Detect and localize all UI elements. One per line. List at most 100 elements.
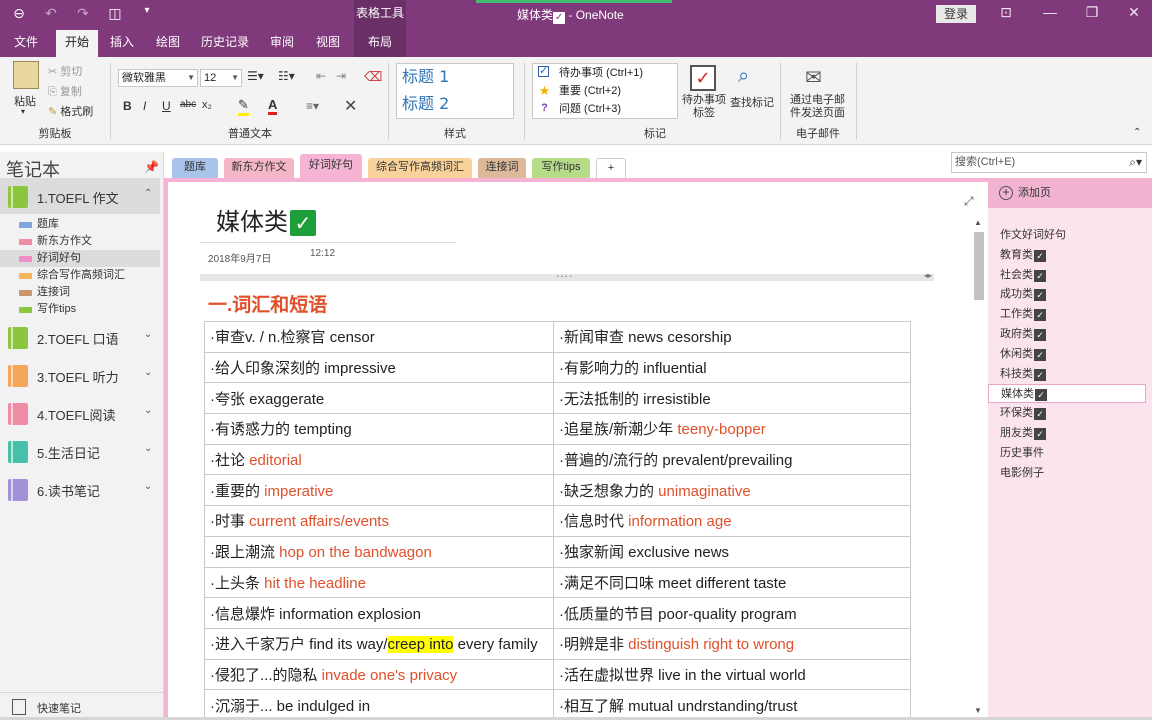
pin-icon[interactable]: 📌: [144, 160, 159, 174]
chevron-down-icon[interactable]: ⌄: [144, 481, 152, 492]
table-cell[interactable]: ·缺乏想象力的 unimaginative: [553, 474, 911, 507]
section-item[interactable]: 连接词: [0, 284, 160, 301]
table-cell[interactable]: ·审查v. / n.检察官 censor: [204, 321, 554, 353]
italic-button[interactable]: I: [143, 99, 146, 113]
table-cell[interactable]: ·明辨是非 distinguish right to wrong: [553, 627, 911, 660]
tags-gallery[interactable]: ✓ 待办事项 (Ctrl+1) ★ 重要 (Ctrl+2) ? 问题 (Ctrl+3): [532, 63, 678, 119]
section-item[interactable]: 综合写作高频词汇: [0, 267, 160, 284]
notebook-item[interactable]: 4.TOEFL阅读 ⌄: [0, 395, 160, 431]
page-item[interactable]: 休闲类 ✓: [988, 345, 1146, 364]
dock-icon[interactable]: ◫: [106, 5, 124, 22]
bold-button[interactable]: B: [123, 99, 132, 113]
numbering-icon[interactable]: ☷▾: [278, 69, 295, 83]
table-cell[interactable]: ·重要的 imperative: [204, 474, 554, 507]
page-item[interactable]: 成功类 ✓: [988, 285, 1146, 304]
expand-icon[interactable]: ⤢: [964, 194, 974, 209]
page-item[interactable]: 工作类 ✓: [988, 305, 1146, 324]
table-cell[interactable]: ·信息爆炸 information explosion: [204, 597, 554, 629]
login-button[interactable]: 登录: [936, 5, 976, 23]
section-tab[interactable]: 综合写作高频词汇: [368, 158, 472, 178]
add-section-button[interactable]: +: [596, 158, 626, 178]
table-cell[interactable]: ·有影响力的 influential: [553, 351, 911, 384]
minimize-icon[interactable]: —: [1040, 4, 1060, 20]
style-heading1[interactable]: 标题 1: [397, 64, 513, 91]
align-icon[interactable]: ≡▾: [306, 99, 319, 113]
tab-insert[interactable]: 插入: [104, 30, 140, 57]
table-cell[interactable]: ·时事 current affairs/events: [204, 505, 554, 537]
tab-history[interactable]: 历史记录: [196, 30, 254, 57]
tab-view[interactable]: 视图: [310, 30, 346, 57]
strikethrough-button[interactable]: abc: [180, 99, 196, 110]
back-icon[interactable]: ⊖: [10, 5, 28, 22]
notebook-item[interactable]: 5.生活日记 ⌄: [0, 433, 160, 469]
tag-important[interactable]: ★ 重要 (Ctrl+2): [533, 82, 677, 100]
tab-draw[interactable]: 绘图: [150, 30, 186, 57]
increase-indent-icon[interactable]: ⇥: [336, 69, 346, 83]
scroll-down-icon[interactable]: ▼: [974, 706, 982, 715]
table-cell[interactable]: ·信息时代 information age: [553, 505, 911, 537]
tab-review[interactable]: 审阅: [264, 30, 300, 57]
table-cell[interactable]: ·低质量的节目 poor-quality program: [553, 597, 911, 629]
notebook-item[interactable]: 3.TOEFL 听力 ⌄: [0, 357, 160, 393]
notebook-item[interactable]: 1.TOEFL 作文 ⌃: [0, 178, 160, 214]
section-tab-active[interactable]: 好词好句: [300, 154, 362, 178]
tab-home[interactable]: 开始: [56, 30, 98, 57]
page-item[interactable]: 作文好词好句: [988, 226, 1146, 245]
table-cell[interactable]: ·进入千家万户 find its way/creep into every fa…: [204, 627, 554, 660]
table-cell[interactable]: ·活在虚拟世界 live in the virtual world: [553, 658, 911, 691]
clear-formatting-icon[interactable]: ⌫: [364, 69, 382, 85]
tab-layout[interactable]: 布局: [354, 30, 406, 57]
section-item[interactable]: 好词好句: [0, 250, 160, 267]
ribbon-display-icon[interactable]: ⊡: [996, 4, 1016, 21]
table-cell[interactable]: ·满足不同口味 meet different taste: [553, 566, 911, 599]
section-tab[interactable]: 写作tips: [532, 158, 590, 178]
email-icon[interactable]: ✉: [805, 65, 822, 90]
collapse-ribbon-icon[interactable]: ⌃: [1133, 127, 1141, 138]
chevron-down-icon[interactable]: ⌄: [144, 367, 152, 378]
paste-dropdown-icon[interactable]: ▾: [21, 107, 25, 116]
notebook-item[interactable]: 6.读书笔记 ⌄: [0, 471, 160, 507]
chevron-down-icon[interactable]: ⌄: [144, 443, 152, 454]
tag-question[interactable]: ? 问题 (Ctrl+3): [533, 100, 677, 118]
style-heading2[interactable]: 标题 2: [397, 91, 513, 118]
cut-button[interactable]: ✂ 剪切: [48, 63, 82, 79]
add-page-button[interactable]: + 添加页: [988, 178, 1152, 208]
search-input[interactable]: 搜索(Ctrl+E) ⌕▾: [951, 152, 1147, 173]
styles-gallery[interactable]: 标题 1 标题 2: [396, 63, 514, 119]
format-painter-button[interactable]: ✎ 格式刷: [48, 103, 93, 119]
page-item[interactable]: 科技类 ✓: [988, 365, 1146, 384]
table-cell[interactable]: ·无法抵制的 irresistible: [553, 382, 911, 415]
table-cell[interactable]: ·沉溺于... be indulged in: [204, 689, 554, 720]
copy-button[interactable]: ⎘ 复制: [48, 83, 82, 99]
page-item[interactable]: 环保类 ✓: [988, 404, 1146, 423]
table-cell[interactable]: ·侵犯了...的隐私 invade one's privacy: [204, 658, 554, 691]
section-tab[interactable]: 题库: [172, 158, 218, 178]
paste-icon[interactable]: [13, 61, 39, 89]
section-tab[interactable]: 连接词: [478, 158, 526, 178]
table-cell[interactable]: ·新闻审查 news cesorship: [553, 321, 911, 353]
chevron-up-icon[interactable]: ⌃: [144, 188, 152, 199]
page-item[interactable]: 社会类 ✓: [988, 266, 1146, 285]
section-item[interactable]: 新东方作文: [0, 233, 160, 250]
page-item-active[interactable]: 媒体类 ✓: [988, 384, 1146, 404]
scroll-thumb[interactable]: [974, 232, 984, 300]
section-item[interactable]: 写作tips: [0, 301, 160, 318]
font-color-icon[interactable]: A: [268, 97, 278, 115]
decrease-indent-icon[interactable]: ⇤: [316, 69, 326, 83]
table-cell[interactable]: ·相互了解 mutual undrstanding/trust: [553, 689, 911, 720]
page-item[interactable]: 朋友类 ✓: [988, 424, 1146, 443]
drag-handle-icon[interactable]: ....: [556, 266, 573, 280]
section-item[interactable]: 题库: [0, 216, 160, 233]
table-cell[interactable]: ·跟上潮流 hop on the bandwagon: [204, 535, 554, 568]
resize-arrows-icon[interactable]: ◂▸: [924, 271, 932, 280]
chevron-down-icon[interactable]: ⌄: [144, 405, 152, 416]
tab-file[interactable]: 文件: [6, 30, 46, 57]
customize-qat-icon[interactable]: ▾: [138, 5, 156, 22]
close-icon[interactable]: ✕: [1124, 4, 1144, 21]
search-icon[interactable]: ⌕▾: [1129, 153, 1142, 172]
subscript-button[interactable]: x₂: [202, 99, 212, 111]
section-tab[interactable]: 新东方作文: [224, 158, 294, 178]
highlight-icon[interactable]: ✎: [238, 97, 249, 116]
page-item[interactable]: 电影例子: [988, 464, 1146, 483]
note-container-handle[interactable]: .... ◂▸: [200, 266, 934, 281]
